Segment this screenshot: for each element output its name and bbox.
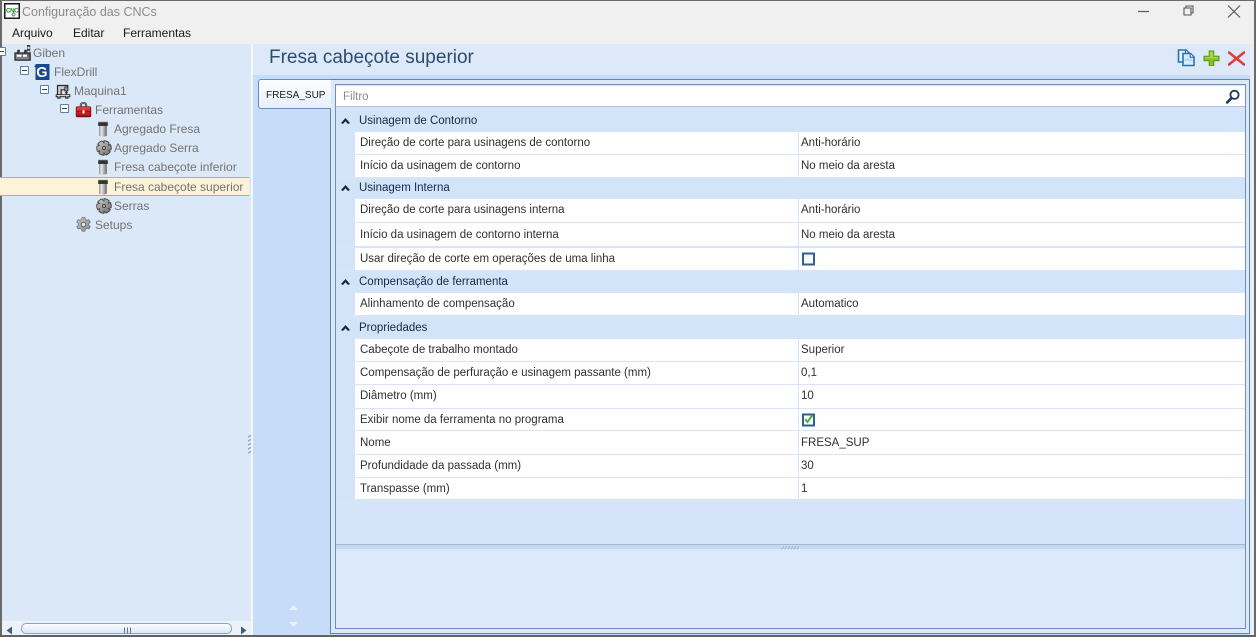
svg-text:G: G <box>36 65 47 81</box>
